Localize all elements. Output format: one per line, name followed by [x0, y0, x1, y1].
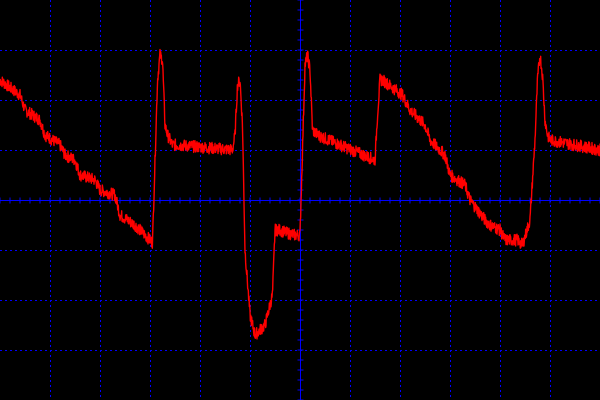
oscilloscope-display — [0, 0, 600, 400]
oscilloscope-screen — [0, 0, 600, 400]
